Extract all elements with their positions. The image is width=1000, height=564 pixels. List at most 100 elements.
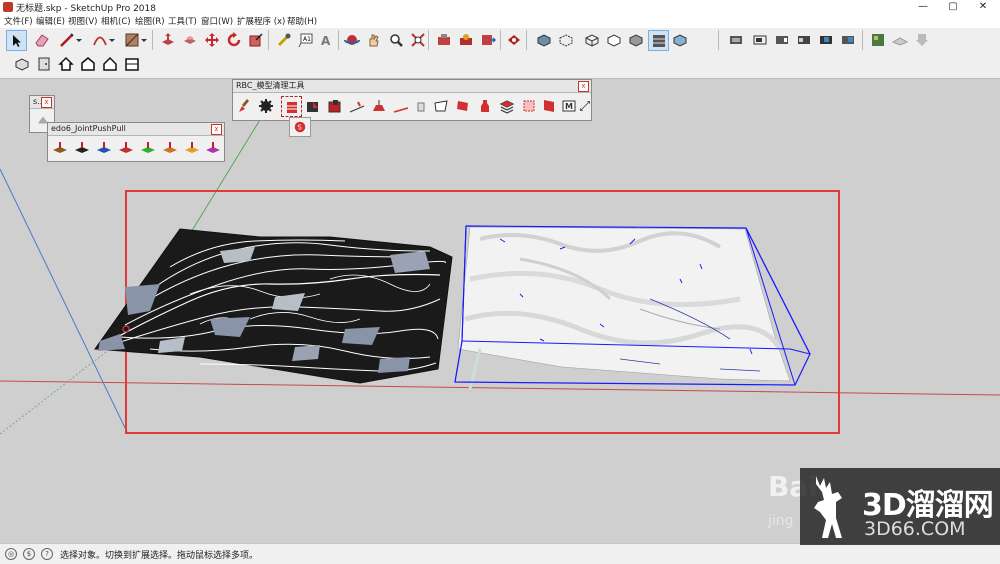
toolbar-separator [526, 30, 527, 50]
style-textured-icon[interactable] [648, 30, 669, 51]
menu-file[interactable]: 文件(F) [4, 15, 33, 27]
menu-draw[interactable]: 绘图(R) [135, 15, 165, 27]
door-icon[interactable] [34, 54, 53, 73]
vector-push-pull-icon[interactable] [72, 138, 91, 157]
storefront-icon[interactable] [122, 54, 141, 73]
layers-icon[interactable] [497, 96, 516, 115]
iso-view-icon[interactable] [750, 30, 769, 49]
rbc-panel-close-button[interactable]: x [578, 81, 589, 92]
maximize-button[interactable]: ▢ [938, 0, 968, 14]
help-status-icon[interactable]: ? [41, 548, 53, 560]
extension-warehouse-icon[interactable] [504, 30, 523, 49]
offset-tool-icon[interactable] [180, 30, 199, 49]
svg-text:M: M [565, 102, 573, 111]
move-tool-icon[interactable] [202, 30, 221, 49]
style-shaded-icon[interactable] [626, 30, 645, 49]
eraser-tool-icon[interactable] [32, 30, 51, 49]
house-icon[interactable] [56, 54, 75, 73]
menu-edit[interactable]: 编辑(E) [36, 15, 65, 27]
menu-camera[interactable]: 相机(C) [101, 15, 131, 27]
tape-measure-icon[interactable] [274, 30, 293, 49]
menu-view[interactable]: 视图(V) [68, 15, 97, 27]
arc-tool-icon[interactable] [90, 30, 109, 49]
house-front-icon[interactable] [78, 54, 97, 73]
close-button[interactable]: ✕ [968, 0, 998, 14]
rotate-tool-icon[interactable] [224, 30, 243, 49]
paint-face-icon[interactable] [539, 96, 558, 115]
toolbar-separator [428, 30, 429, 50]
mesh-terrain-model[interactable] [454, 225, 811, 390]
style-xray-icon[interactable] [534, 30, 553, 49]
joint-push-pull-panel[interactable]: edo6_JointPushPull x [47, 122, 225, 162]
select-tool-icon[interactable] [6, 30, 27, 51]
share-model-icon[interactable] [478, 30, 497, 49]
components-icon[interactable] [456, 30, 475, 49]
m-tool-icon[interactable]: M [559, 96, 578, 115]
front-view-icon[interactable] [794, 30, 813, 49]
credits-status-icon[interactable]: $ [23, 548, 35, 560]
warehouse-icon[interactable] [434, 30, 453, 49]
trash-icon[interactable] [411, 96, 430, 115]
push-pull-tool-icon[interactable] [158, 30, 177, 49]
purge-materials-icon[interactable] [519, 96, 538, 115]
photo-textures-icon[interactable] [912, 30, 931, 49]
contour-terrain-model[interactable] [94, 228, 453, 384]
zoom-extents-icon[interactable] [408, 30, 427, 49]
line-dropdown-icon[interactable] [75, 30, 83, 49]
purge-components-icon[interactable] [281, 96, 302, 117]
remove-edges-icon[interactable] [391, 96, 410, 115]
section-plane-icon[interactable] [726, 30, 745, 49]
delete-lines-icon[interactable] [347, 96, 366, 115]
undo-push-pull-icon[interactable] [203, 138, 222, 157]
joint-panel-close-button[interactable]: x [211, 124, 222, 135]
style-backedges-icon[interactable] [556, 30, 575, 49]
scale-tool-icon[interactable] [246, 30, 265, 49]
style-hidden-line-icon[interactable] [604, 30, 623, 49]
merge-faces-icon[interactable] [369, 96, 388, 115]
back-view-icon[interactable] [838, 30, 857, 49]
toolbar-separator [500, 30, 501, 50]
right-view-icon[interactable] [816, 30, 835, 49]
arc-dropdown-icon[interactable] [108, 30, 116, 49]
minimize-button[interactable]: — [908, 0, 938, 14]
menu-help[interactable]: 帮助(H) [287, 15, 317, 27]
geo-location-status-icon[interactable]: ◎ [5, 548, 17, 560]
small-panel-close-button[interactable]: x [41, 97, 52, 108]
zoom-tool-icon[interactable] [386, 30, 405, 49]
normal-push-pull-icon[interactable] [94, 138, 113, 157]
toggle-terrain-icon[interactable] [890, 30, 909, 49]
fix-faces-icon[interactable] [325, 96, 344, 115]
extrude-push-pull-icon[interactable] [116, 138, 135, 157]
solid-tools-icon[interactable] [12, 54, 31, 73]
style-wireframe-icon[interactable] [582, 30, 601, 49]
style-monochrome-icon[interactable] [670, 30, 689, 49]
3d-text-icon[interactable]: A [318, 30, 337, 49]
settings-gear-icon[interactable] [256, 96, 275, 115]
x-push-pull-icon[interactable] [182, 138, 201, 157]
orbit-tool-icon[interactable] [342, 30, 361, 49]
pan-tool-icon[interactable] [364, 30, 383, 49]
follow-push-pull-icon[interactable] [138, 138, 157, 157]
house-outline-icon[interactable] [100, 54, 119, 73]
menu-tools[interactable]: 工具(T) [168, 15, 197, 27]
toolbar-separator [338, 30, 339, 50]
menu-extensions[interactable]: 扩展程序 (x) [237, 15, 285, 27]
text-tool-icon[interactable]: A1 [296, 30, 315, 49]
rbc-subtool-icon[interactable]: S [289, 117, 311, 137]
joint-push-pull-icon[interactable] [50, 138, 69, 157]
shape-tool-icon[interactable] [122, 30, 141, 49]
line-tool-icon[interactable] [57, 30, 76, 49]
geo-location-icon[interactable] [868, 30, 887, 49]
top-view-icon[interactable] [772, 30, 791, 49]
rbc-cleanup-panel[interactable]: RBC_模型清理工具 x M [232, 79, 592, 121]
explode-groups-icon[interactable] [303, 96, 322, 115]
measure-arrows-icon[interactable] [579, 96, 591, 115]
n-push-pull-icon[interactable] [160, 138, 179, 157]
bottle-icon[interactable] [475, 96, 494, 115]
planar-face-icon[interactable] [431, 96, 450, 115]
menu-window[interactable]: 窗口(W) [201, 15, 233, 27]
brush-cleanup-icon[interactable] [235, 96, 254, 115]
shape-dropdown-icon[interactable] [140, 30, 148, 49]
red-face-icon[interactable] [453, 96, 472, 115]
svg-text:A: A [321, 34, 331, 48]
